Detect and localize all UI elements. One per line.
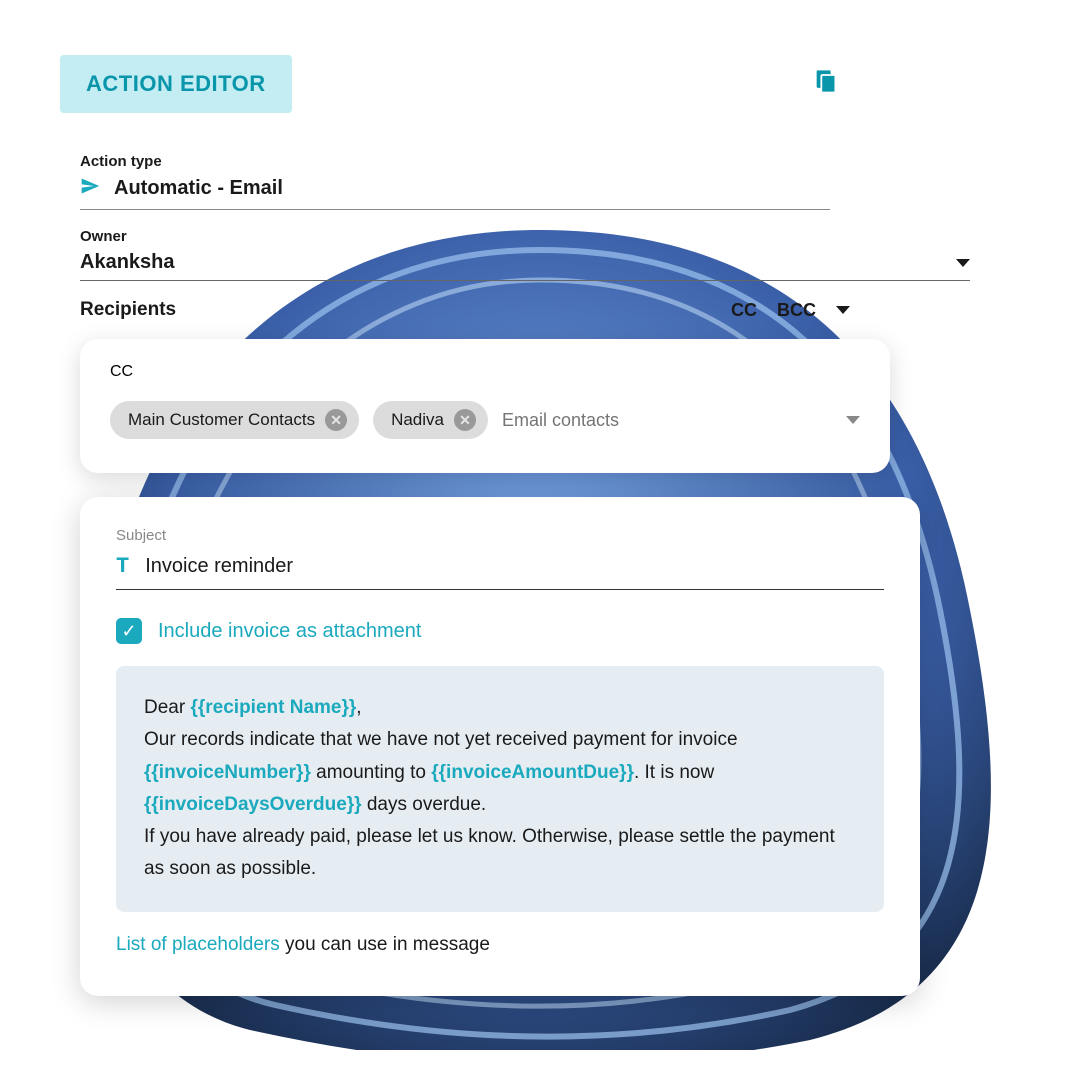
message-body[interactable]: Dear {{recipient Name}},Our records indi…	[116, 666, 884, 912]
cc-section-label: CC	[110, 363, 860, 381]
page-title: ACTION EDITOR	[60, 55, 292, 113]
cc-toggle[interactable]: CC	[731, 300, 757, 321]
attachment-label: Include invoice as attachment	[158, 620, 422, 643]
close-icon[interactable]: ✕	[325, 409, 347, 431]
close-icon[interactable]: ✕	[454, 409, 476, 431]
email-composer-card: Subject T Invoice reminder ✓ Include inv…	[80, 497, 920, 996]
cc-email-input[interactable]	[502, 410, 832, 431]
send-icon	[80, 176, 100, 201]
copy-icon[interactable]	[812, 68, 840, 101]
cc-chip[interactable]: Main Customer Contacts ✕	[110, 401, 359, 439]
owner-label: Owner	[80, 228, 1020, 245]
cc-chip-label: Main Customer Contacts	[128, 410, 315, 430]
chevron-down-icon[interactable]	[836, 306, 850, 314]
bcc-toggle[interactable]: BCC	[777, 300, 816, 321]
subject-label: Subject	[116, 527, 884, 544]
placeholders-link[interactable]: List of placeholders	[116, 934, 280, 955]
action-type-value: Automatic - Email	[114, 177, 283, 200]
attachment-checkbox[interactable]: ✓	[116, 618, 142, 644]
cc-card: CC Main Customer Contacts ✕ Nadiva ✕	[80, 339, 890, 473]
owner-value: Akanksha	[80, 251, 175, 274]
subject-input[interactable]: Invoice reminder	[145, 555, 293, 578]
action-type-label: Action type	[80, 153, 1020, 170]
placeholders-suffix: you can use in message	[280, 934, 490, 955]
cc-chip-label: Nadiva	[391, 410, 444, 430]
text-icon: T	[116, 554, 129, 579]
owner-select[interactable]: Akanksha	[80, 251, 970, 281]
chevron-down-icon	[956, 259, 970, 267]
cc-chip[interactable]: Nadiva ✕	[373, 401, 488, 439]
chevron-down-icon[interactable]	[846, 416, 860, 424]
recipients-label: Recipients	[80, 299, 176, 321]
action-type-select[interactable]: Automatic - Email	[80, 176, 830, 210]
